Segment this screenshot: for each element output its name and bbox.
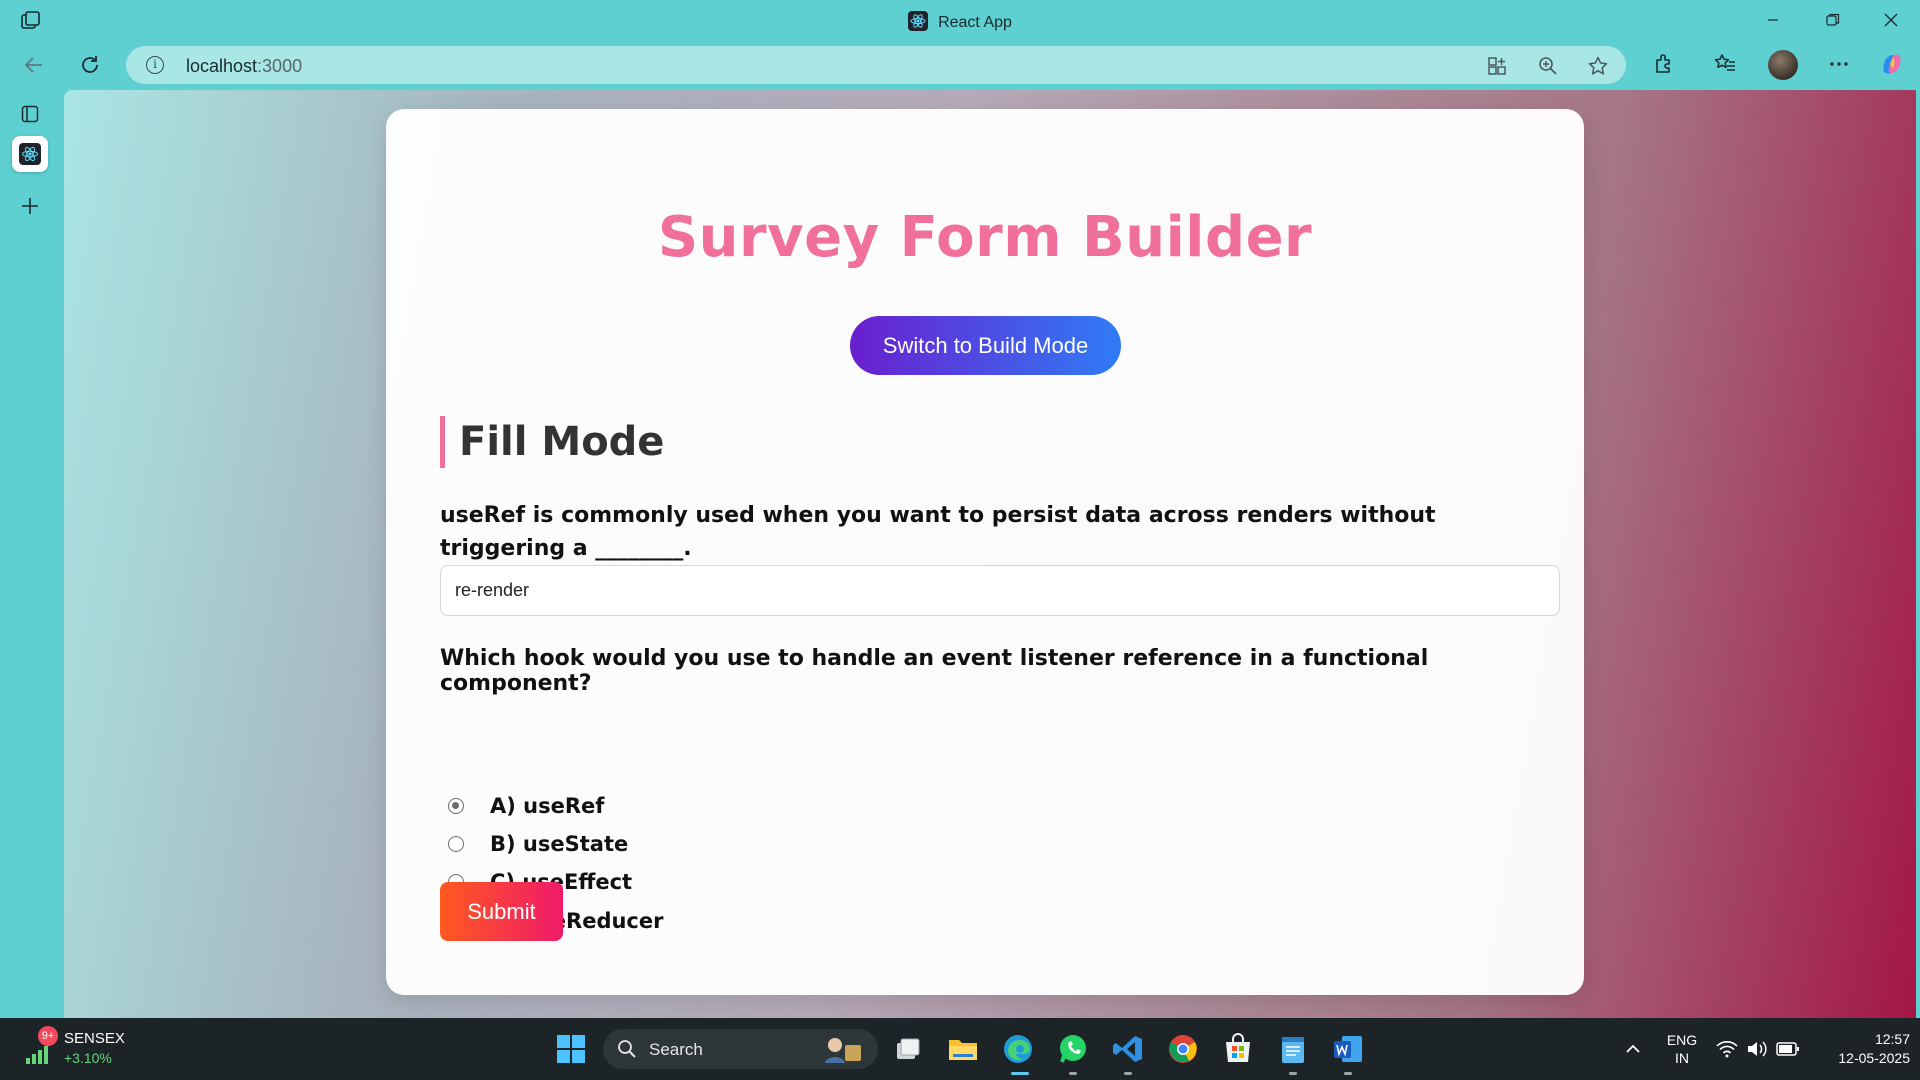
whatsapp-icon[interactable] xyxy=(1055,1031,1091,1067)
option-a-label[interactable]: A) useRef xyxy=(490,794,604,818)
windows-start-icon[interactable] xyxy=(553,1031,589,1067)
survey-card: Survey Form Builder Switch to Build Mode… xyxy=(386,109,1584,995)
option-b-label[interactable]: B) useState xyxy=(490,832,628,856)
extensions-icon[interactable] xyxy=(1649,49,1679,79)
chrome-icon[interactable] xyxy=(1165,1031,1201,1067)
question-1-text: useRef is commonly used when you want to… xyxy=(440,503,1436,561)
window-title: React App xyxy=(0,11,1920,32)
option-b-radio[interactable] xyxy=(448,836,464,852)
language-line1: ENG xyxy=(1666,1032,1698,1048)
restore-icon[interactable] xyxy=(1810,6,1856,34)
taskbar-search[interactable]: Search xyxy=(603,1029,878,1069)
title-bar: React App xyxy=(0,0,1920,40)
notification-badge: 9+ xyxy=(38,1026,58,1046)
tab-react-app[interactable] xyxy=(12,136,48,172)
navigation-bar: i localhost:3000 xyxy=(0,40,1920,90)
task-view-icon[interactable] xyxy=(890,1031,926,1067)
favorites-icon[interactable] xyxy=(1710,49,1740,79)
whatsapp-running-indicator xyxy=(1069,1072,1077,1075)
wifi-icon[interactable] xyxy=(1716,1040,1738,1058)
section-title: Fill Mode xyxy=(440,416,664,468)
page-viewport: Survey Form Builder Switch to Build Mode… xyxy=(64,90,1916,1018)
volume-icon[interactable] xyxy=(1746,1040,1768,1058)
minimize-icon[interactable] xyxy=(1750,6,1796,34)
edge-running-indicator xyxy=(1011,1072,1029,1075)
tab-actions-icon[interactable] xyxy=(12,96,48,132)
vertical-tab-strip xyxy=(0,90,62,1018)
clock[interactable]: 12:57 12-05-2025 xyxy=(1810,1030,1910,1068)
language-line2: IN xyxy=(1675,1050,1689,1066)
clock-time: 12:57 xyxy=(1874,1031,1910,1047)
more-menu-icon[interactable] xyxy=(1824,49,1854,79)
window-title-text: React App xyxy=(938,14,1012,31)
react-favicon-icon xyxy=(908,11,929,31)
new-tab-icon[interactable] xyxy=(12,188,48,224)
react-tab-icon xyxy=(19,143,41,165)
option-a-radio[interactable] xyxy=(448,798,464,814)
app-available-icon[interactable] xyxy=(1486,55,1508,77)
url-host: localhost xyxy=(186,56,258,76)
submit-button[interactable]: Submit xyxy=(440,882,563,941)
profile-avatar[interactable] xyxy=(1768,50,1798,80)
option-a[interactable]: A) useRef xyxy=(448,792,604,820)
search-highlight-icon xyxy=(825,1038,861,1063)
vscode-icon[interactable] xyxy=(1110,1031,1146,1067)
notepad-icon[interactable] xyxy=(1275,1031,1311,1067)
file-explorer-icon[interactable] xyxy=(945,1031,981,1067)
taskbar: 9+ SENSEX +3.10% Search ENG IN 12:57 12-… xyxy=(0,1018,1920,1080)
edge-icon[interactable] xyxy=(1000,1031,1036,1067)
ticker-name: SENSEX xyxy=(64,1030,125,1047)
favorite-star-icon[interactable] xyxy=(1587,55,1609,77)
search-icon xyxy=(618,1040,636,1058)
question-1-answer-input[interactable] xyxy=(440,565,1560,616)
url-port: :3000 xyxy=(257,56,303,76)
question-2-text: Which hook would you use to handle an ev… xyxy=(440,646,1429,696)
search-label: Search xyxy=(649,1040,703,1059)
url-text[interactable]: localhost:3000 xyxy=(186,56,302,77)
word-running-indicator xyxy=(1344,1072,1352,1075)
switch-mode-button[interactable]: Switch to Build Mode xyxy=(850,316,1121,375)
address-bar[interactable]: i localhost:3000 xyxy=(126,46,1626,84)
ticker-value: +3.10% xyxy=(64,1050,112,1066)
back-icon[interactable] xyxy=(18,49,50,81)
language-indicator[interactable]: ENG IN xyxy=(1660,1031,1704,1067)
vscode-running-indicator xyxy=(1124,1072,1132,1075)
battery-icon[interactable] xyxy=(1776,1041,1800,1057)
stock-widget[interactable]: 9+ SENSEX +3.10% xyxy=(24,1026,144,1072)
reload-icon[interactable] xyxy=(74,49,106,81)
option-b[interactable]: B) useState xyxy=(448,830,628,858)
stock-chart-icon xyxy=(26,1046,48,1064)
zoom-icon[interactable] xyxy=(1537,55,1559,77)
notepad-running-indicator xyxy=(1289,1072,1297,1075)
clock-date: 12-05-2025 xyxy=(1838,1050,1910,1066)
microsoft-store-icon[interactable] xyxy=(1220,1031,1256,1067)
info-icon[interactable]: i xyxy=(146,56,164,74)
word-icon[interactable] xyxy=(1330,1031,1366,1067)
chevron-up-icon[interactable] xyxy=(1615,1031,1651,1067)
page-title: Survey Form Builder xyxy=(657,205,1313,270)
copilot-icon[interactable] xyxy=(1877,49,1907,79)
close-icon[interactable] xyxy=(1868,6,1914,34)
